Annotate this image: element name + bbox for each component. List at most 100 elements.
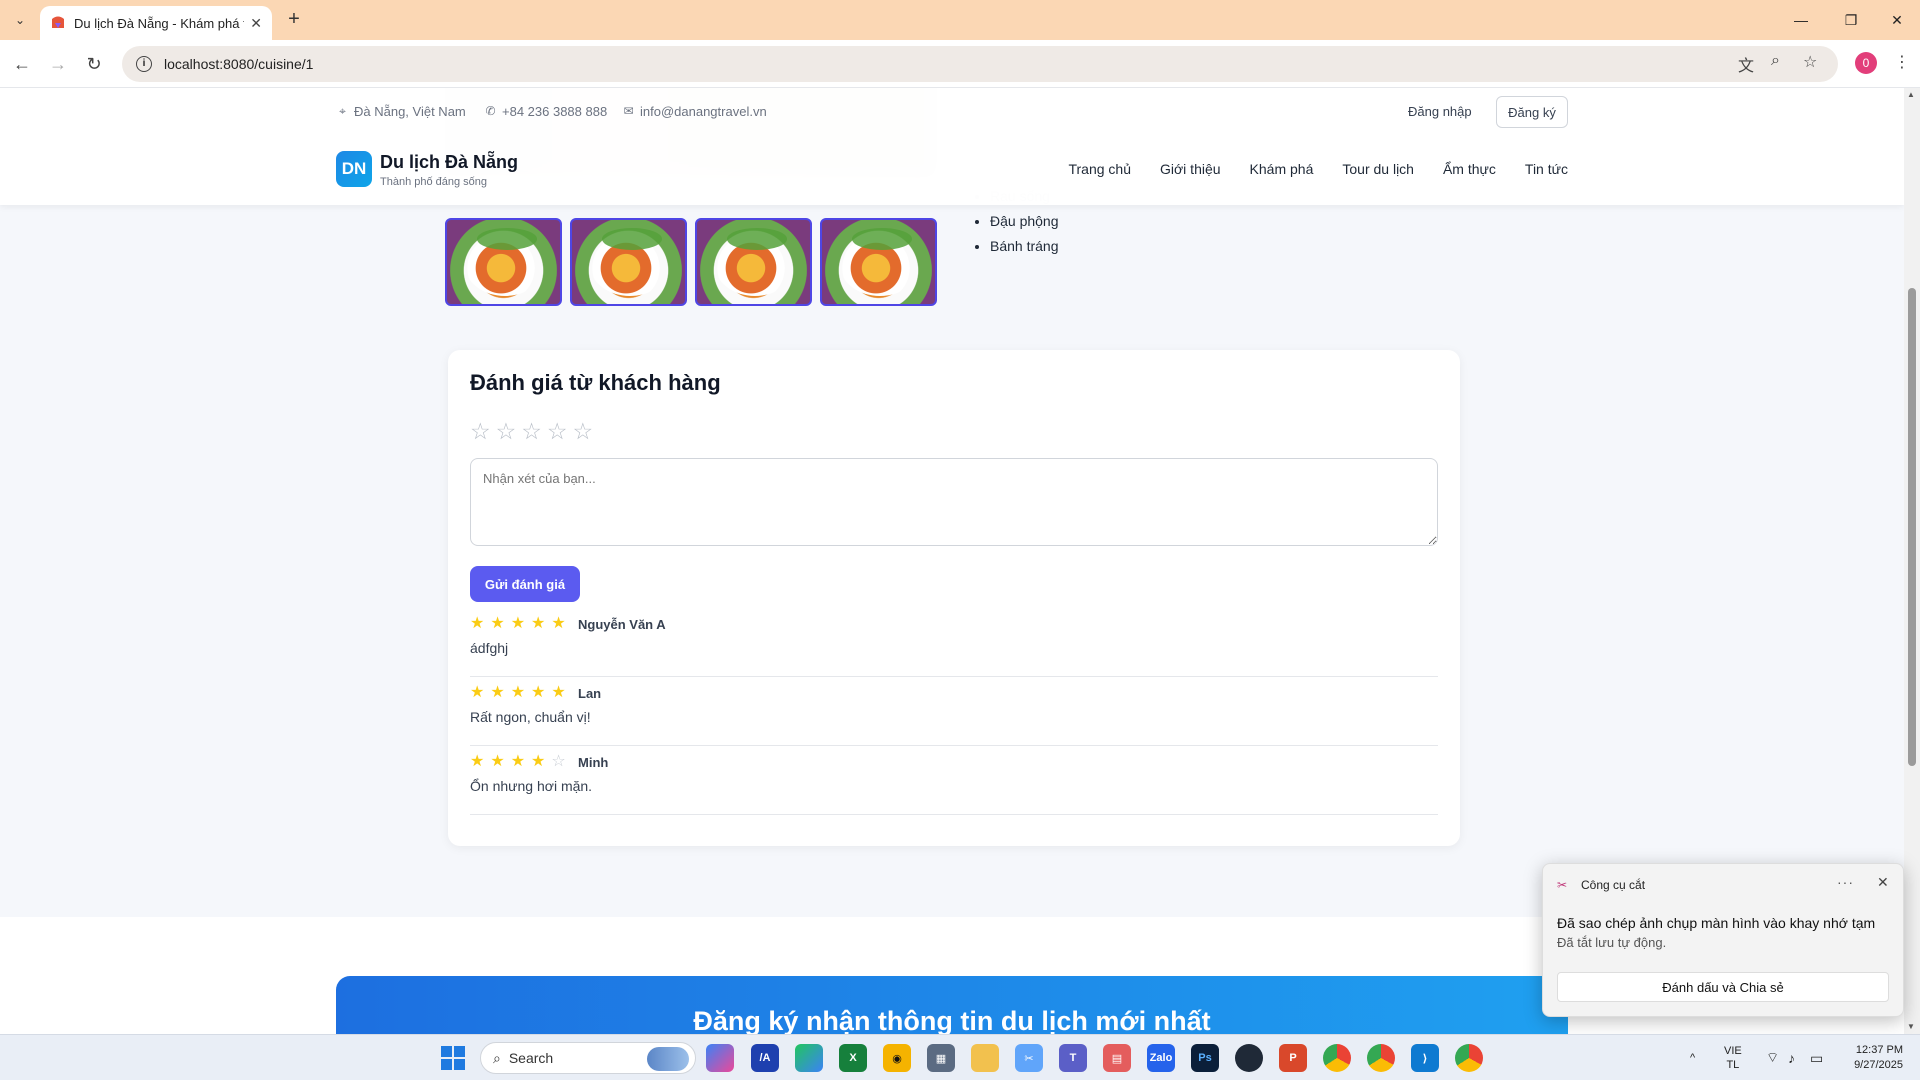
filled-star-icon: ★: [510, 753, 526, 770]
taskbar-search-label: Search: [508, 1050, 554, 1066]
close-tab-icon[interactable]: ✕: [250, 15, 262, 32]
login-link[interactable]: Đăng nhập: [1408, 104, 1472, 119]
filled-star-icon: ★: [551, 684, 566, 701]
filled-star-icon: ★: [470, 615, 485, 632]
review-card: Đánh giá từ khách hàng ☆ ☆ ☆ ☆ ☆ Gửi đán…: [448, 350, 1460, 846]
file-explorer-icon[interactable]: [971, 1044, 999, 1072]
rating-star-icon[interactable]: ☆: [547, 420, 568, 443]
signup-button[interactable]: Đăng ký: [1496, 96, 1568, 128]
brand-tagline: Thành phố đáng sống: [380, 176, 488, 188]
site-logo[interactable]: DN: [336, 151, 372, 187]
review-item: ★ ★ ★ ★ ★ Nguyễn Văn A ádfghj: [470, 608, 1438, 677]
photoshop-icon[interactable]: Ps: [1191, 1044, 1219, 1072]
scrollbar-thumb[interactable]: [1908, 288, 1916, 766]
filled-star-icon: ★: [470, 753, 485, 770]
main-nav: Trang chủ Giới thiệu Khám phá Tour du lị…: [1068, 161, 1568, 177]
filled-star-icon: ★: [551, 615, 566, 632]
rating-star-icon[interactable]: ☆: [496, 420, 517, 443]
nav-item-tours[interactable]: Tour du lịch: [1342, 161, 1414, 177]
address-bar[interactable]: i localhost:8080/cuisine/1: [122, 46, 1838, 82]
rating-star-icon[interactable]: ☆: [573, 420, 594, 443]
tray-overflow-icon[interactable]: ^: [1690, 1035, 1695, 1080]
app-icon[interactable]: /A: [751, 1044, 779, 1072]
contact-bar: ⌖ Đà Nẵng, Việt Nam ✆ +84 236 3888 888 ✉…: [336, 96, 1568, 128]
wifi-icon[interactable]: ⌔: [1766, 1035, 1779, 1080]
bookmark-star-icon[interactable]: ☆: [1803, 52, 1817, 72]
snipping-tool-icon[interactable]: ✂: [1015, 1044, 1043, 1072]
browser-menu-icon[interactable]: ⋮: [1894, 52, 1910, 72]
teams-icon[interactable]: T: [1059, 1044, 1087, 1072]
zalo-icon[interactable]: Zalo: [1147, 1044, 1175, 1072]
excel-icon[interactable]: X: [839, 1044, 867, 1072]
gallery-thumbnail[interactable]: [445, 218, 562, 306]
search-icon: ⌕: [493, 1049, 501, 1066]
notification-subtext: Đã tắt lưu tự động.: [1557, 935, 1667, 950]
email-info: ✉ info@danangtravel.vn: [622, 104, 766, 119]
reload-button[interactable]: ↻: [82, 52, 106, 76]
minimize-button[interactable]: —: [1778, 0, 1824, 40]
review-author: Minh: [578, 755, 609, 770]
profile-avatar[interactable]: 0: [1855, 52, 1877, 74]
markup-share-button[interactable]: Đánh dấu và Chia sẻ: [1557, 972, 1889, 1002]
copilot-icon[interactable]: [706, 1044, 734, 1072]
phone-icon: ✆: [485, 104, 496, 118]
nav-item-cuisine[interactable]: Ẩm thực: [1443, 161, 1496, 177]
taskbar-search[interactable]: ⌕ Search: [480, 1042, 696, 1074]
vscode-icon[interactable]: ⟩: [1411, 1044, 1439, 1072]
forward-button[interactable]: →: [46, 52, 70, 76]
app-icon[interactable]: ▤: [1103, 1044, 1131, 1072]
review-text: ádfghj: [470, 640, 509, 656]
review-comment-input[interactable]: [470, 458, 1438, 546]
powerpoint-icon[interactable]: P: [1279, 1044, 1307, 1072]
chrome-icon[interactable]: [1323, 1044, 1351, 1072]
language-indicator[interactable]: VIE TL: [1724, 1035, 1742, 1080]
app-icon[interactable]: [1235, 1044, 1263, 1072]
browser-toolbar: ← → ↻ i localhost:8080/cuisine/1 ⽂ ⌕ ☆ 0…: [0, 40, 1920, 88]
nav-item-home[interactable]: Trang chủ: [1068, 161, 1131, 177]
chrome-icon[interactable]: [1455, 1044, 1483, 1072]
more-options-icon[interactable]: ···: [1837, 874, 1854, 890]
restore-button[interactable]: ❐: [1828, 0, 1874, 40]
clock[interactable]: 12:37 PM 9/27/2025: [1845, 1035, 1903, 1080]
review-section-title: Đánh giá từ khách hàng: [470, 370, 721, 395]
calculator-icon[interactable]: ▦: [927, 1044, 955, 1072]
scroll-up-icon[interactable]: ▲: [1907, 90, 1915, 99]
review-stars: ★ ★ ★ ★ ☆: [470, 754, 566, 770]
notification-app-name: Công cụ cắt: [1581, 878, 1646, 892]
nav-item-news[interactable]: Tin tức: [1525, 161, 1568, 177]
close-window-button[interactable]: ✕: [1874, 0, 1920, 40]
nav-item-about[interactable]: Giới thiệu: [1160, 161, 1221, 177]
brand-name[interactable]: Du lịch Đà Nẵng: [380, 152, 518, 173]
browser-tab[interactable]: Du lịch Đà Nẵng - Khám phá th ✕: [40, 6, 272, 40]
page-scrollbar[interactable]: ▲ ▼: [1904, 88, 1920, 1034]
new-tab-button[interactable]: +: [282, 8, 306, 31]
close-icon[interactable]: ✕: [1877, 874, 1889, 891]
zoom-icon[interactable]: ⌕: [1771, 52, 1780, 70]
review-item: ★ ★ ★ ★ ★ Lan Rất ngon, chuẩn vị!: [470, 677, 1438, 746]
start-button[interactable]: [441, 1046, 465, 1070]
scroll-down-icon[interactable]: ▼: [1907, 1022, 1915, 1031]
rating-star-icon[interactable]: ☆: [470, 420, 491, 443]
gallery-thumbnail[interactable]: [570, 218, 687, 306]
translate-icon[interactable]: ⽂: [1738, 52, 1754, 76]
notification-message: Đã sao chép ảnh chụp màn hình vào khay n…: [1557, 915, 1876, 931]
chrome-icon[interactable]: [1367, 1044, 1395, 1072]
site-favicon: [52, 16, 64, 28]
gallery-thumbnail[interactable]: [695, 218, 812, 306]
nav-item-explore[interactable]: Khám phá: [1250, 161, 1314, 177]
location-info: ⌖ Đà Nẵng, Việt Nam: [336, 104, 466, 119]
app-icon[interactable]: ◉: [883, 1044, 911, 1072]
back-button[interactable]: ←: [10, 52, 34, 76]
site-info-icon[interactable]: i: [136, 56, 152, 72]
store-icon[interactable]: [795, 1044, 823, 1072]
review-author: Nguyễn Văn A: [578, 617, 666, 632]
filled-star-icon: ★: [490, 615, 505, 632]
gallery-thumbnail[interactable]: [820, 218, 937, 306]
tab-search-button[interactable]: ⌄: [8, 9, 32, 31]
volume-icon[interactable]: ♪: [1788, 1035, 1795, 1080]
submit-review-button[interactable]: Gửi đánh giá: [470, 566, 580, 602]
review-stars: ★ ★ ★ ★ ★: [470, 616, 566, 632]
rating-star-icon[interactable]: ☆: [521, 420, 542, 443]
battery-icon[interactable]: ▭: [1810, 1035, 1823, 1080]
rating-input[interactable]: ☆ ☆ ☆ ☆ ☆: [470, 420, 593, 443]
